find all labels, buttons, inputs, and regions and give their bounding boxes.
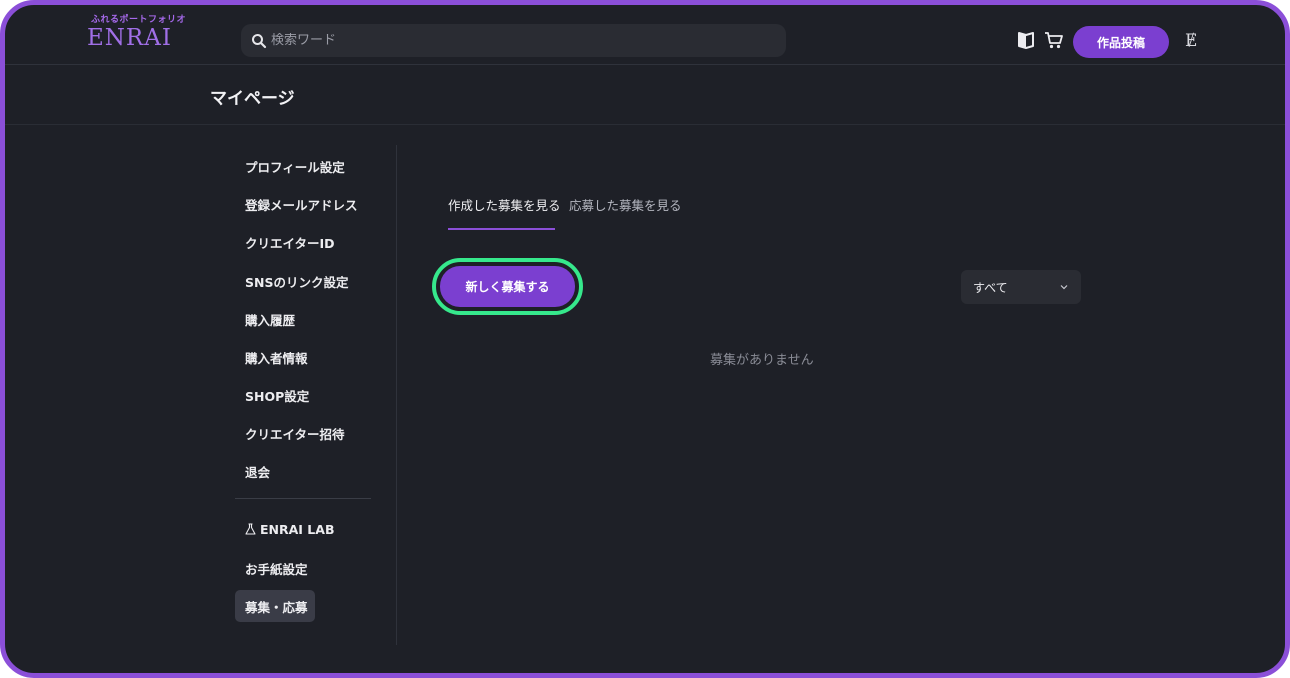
tab-applied-recruitments[interactable]: 応募した募集を見る — [569, 195, 682, 214]
sidebar-item-email[interactable]: 登録メールアドレス — [235, 188, 358, 220]
filter-select[interactable]: すべて — [961, 270, 1081, 304]
sidebar-item-sns[interactable]: SNSのリンク設定 — [235, 265, 348, 297]
top-header: ふれるポートフォリオ ENRAI 作品投稿 — [5, 5, 1285, 65]
app-window: ふれるポートフォリオ ENRAI 作品投稿 — [0, 0, 1290, 678]
book-icon[interactable] — [1017, 30, 1037, 50]
sidebar: プロフィール設定 登録メールアドレス クリエイターID SNSのリンク設定 購入… — [235, 145, 397, 645]
chevron-down-icon — [1059, 281, 1069, 291]
page-title-bar: マイページ — [5, 65, 1285, 125]
empty-state-message: 募集がありません — [710, 353, 814, 368]
sidebar-item-recruit[interactable]: 募集・応募 — [235, 590, 315, 622]
sidebar-divider — [235, 498, 371, 499]
logo-tagline: ふれるポートフォリオ — [91, 15, 187, 25]
highlight-ring: 新しく募集する — [432, 258, 583, 315]
user-menu-icon[interactable]: Ɇ — [1185, 31, 1197, 51]
sidebar-item-withdraw[interactable]: 退会 — [235, 455, 315, 487]
logo[interactable]: ENRAI — [87, 25, 172, 51]
sidebar-item-purchases[interactable]: 購入履歴 — [235, 303, 315, 335]
search-bar[interactable] — [241, 24, 786, 57]
sidebar-item-shop[interactable]: SHOP設定 — [235, 379, 315, 411]
sidebar-item-buyer-info[interactable]: 購入者情報 — [235, 341, 315, 373]
sidebar-item-creator-id[interactable]: クリエイターID — [235, 226, 335, 258]
sidebar-item-profile[interactable]: プロフィール設定 — [235, 150, 345, 182]
filter-selected-value: すべて — [973, 280, 1008, 295]
tab-created-recruitments[interactable]: 作成した募集を見る — [448, 195, 561, 214]
post-work-button[interactable]: 作品投稿 — [1073, 26, 1169, 58]
flask-icon — [245, 523, 256, 535]
sidebar-item-lab[interactable]: ENRAI LAB — [235, 513, 334, 545]
sidebar-item-letter[interactable]: お手紙設定 — [235, 552, 315, 584]
active-tab-indicator — [448, 228, 555, 230]
search-input[interactable] — [271, 33, 751, 48]
sidebar-item-invite[interactable]: クリエイター招待 — [235, 417, 345, 449]
page-title: マイページ — [210, 89, 295, 109]
search-icon — [251, 33, 267, 49]
new-recruitment-button[interactable]: 新しく募集する — [440, 266, 575, 307]
sidebar-item-label: ENRAI LAB — [260, 521, 335, 537]
cart-icon[interactable] — [1044, 30, 1064, 50]
